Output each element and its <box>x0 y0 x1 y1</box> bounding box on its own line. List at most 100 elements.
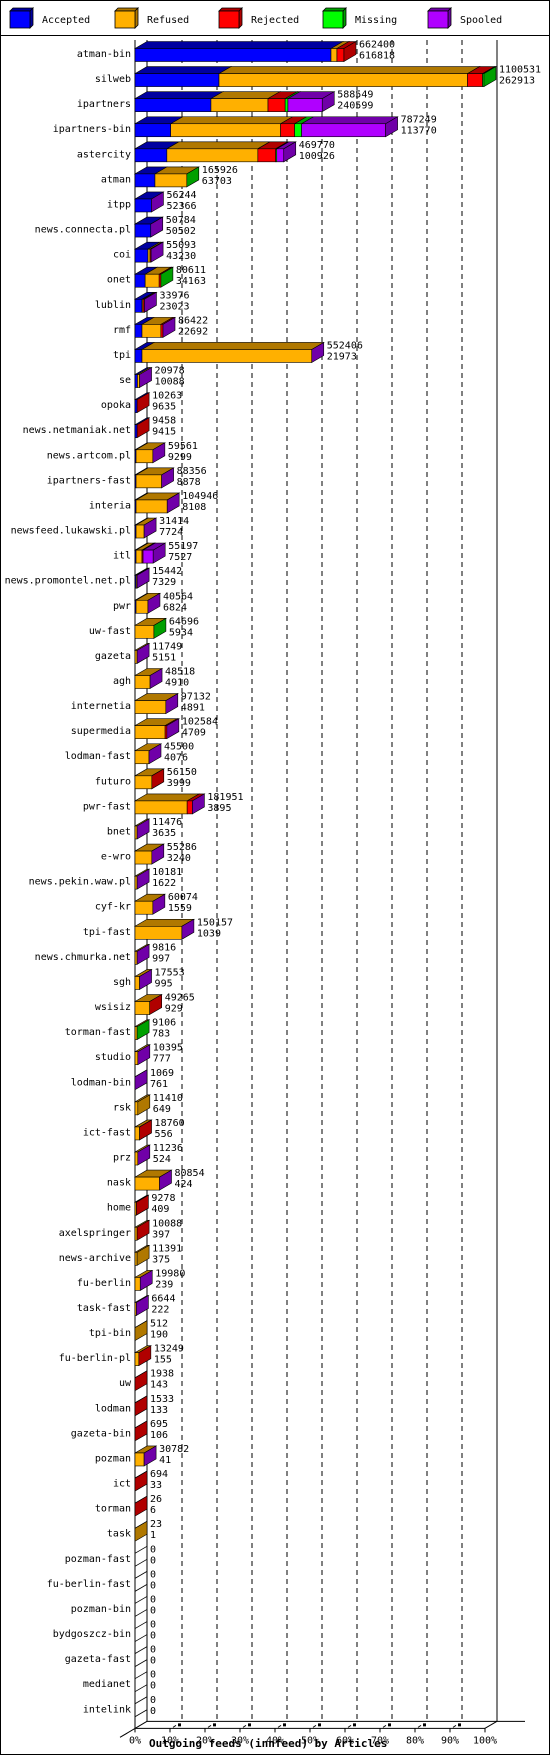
value-label-bottom: 375 <box>152 1254 170 1265</box>
bar-side-rejected <box>134 1370 148 1392</box>
x-tick-label: 90% <box>441 1735 459 1746</box>
bar-segment-accepted <box>134 98 212 112</box>
bar-segment-rejected <box>467 73 483 87</box>
bar-row-prz: prz 11236524 <box>113 1143 183 1166</box>
legend-swatch-spooled <box>427 10 449 29</box>
legend-swatch-top-rejected <box>218 7 243 12</box>
value-label-bottom: 0 <box>150 1681 156 1692</box>
x-tick-depth-mark <box>458 1723 461 1727</box>
bar-segment-refused <box>135 499 168 514</box>
bar-segment-refused <box>134 1026 138 1040</box>
value-label-top: 80854 <box>175 1168 205 1179</box>
value-label-top: 50784 <box>166 215 196 226</box>
value-label-top: 0 <box>150 1594 156 1605</box>
value-label-bottom: 6824 <box>163 602 187 613</box>
category-label: fu-berlin <box>77 1278 131 1289</box>
bar-row-news-promontel-net-pl: news.promontel.net.pl 154427329 <box>5 566 182 589</box>
category-label: ipartners-bin <box>53 124 131 135</box>
x-tick-depth <box>277 1724 282 1728</box>
bar-row-ipartners: ipartners 588549240599 <box>77 90 373 113</box>
bar-segment-accepted <box>134 223 152 238</box>
category-label: itpp <box>107 199 131 210</box>
value-label-top: 88356 <box>177 466 207 477</box>
bar-segment-refused <box>134 850 153 865</box>
category-label: cyf-kr <box>95 902 131 913</box>
value-label-bottom: 0 <box>150 1605 156 1616</box>
bar-row-fu-berlin: fu-berlin 19980239 <box>77 1268 185 1291</box>
bar-top-accepted <box>133 91 225 99</box>
category-label: home <box>107 1203 131 1214</box>
legend-swatch-accepted <box>9 10 31 29</box>
value-label-bottom: 4891 <box>181 703 205 714</box>
category-label: studio <box>95 1052 131 1063</box>
category-label: gazeta-fast <box>65 1654 131 1665</box>
bar-row-gazeta: gazeta 117495151 <box>95 641 182 664</box>
x-tick-depth <box>452 1724 457 1728</box>
x-tick-depth <box>312 1724 317 1728</box>
value-label-bottom: 52366 <box>166 201 196 212</box>
value-label-top: 45500 <box>164 742 194 753</box>
bar-row-se: se 2097810088 <box>119 366 185 389</box>
bar-row-fu-berlin-pl: fu-berlin-pl 13249155 <box>59 1344 184 1367</box>
value-label-top: 64696 <box>169 616 199 627</box>
bar-segment-refused <box>134 625 155 639</box>
category-label: ict-fast <box>83 1127 131 1138</box>
bar-row-ict: ict 69433 <box>113 1469 168 1492</box>
bar-segment-refused <box>134 775 153 790</box>
value-label-top: 55197 <box>168 541 198 552</box>
value-label-top: 104946 <box>182 491 218 502</box>
category-label: sgh <box>113 977 131 988</box>
bar-top-accepted <box>133 41 345 49</box>
value-label-top: 11236 <box>153 1143 183 1154</box>
bar-row-news-archive: news-archive 11391375 <box>59 1243 182 1266</box>
value-label-bottom: 6 <box>150 1505 156 1516</box>
bar-row-onet: onet 8061134163 <box>107 265 206 288</box>
category-label: uw-fast <box>89 626 131 637</box>
category-label: pwr-fast <box>83 801 131 812</box>
bar-row-futuro: futuro 561503999 <box>95 767 197 790</box>
bar-side-refused <box>134 1320 148 1342</box>
legend-swatch-side-accepted <box>29 7 34 29</box>
category-label: uw <box>119 1378 132 1389</box>
category-label: pozman <box>95 1453 131 1464</box>
value-label-bottom: 995 <box>155 978 173 989</box>
bar-segment-refused <box>135 599 149 614</box>
value-label-bottom: 8108 <box>182 502 206 513</box>
category-label: prz <box>113 1153 131 1164</box>
category-label: ict <box>113 1479 131 1490</box>
bar-segment-refused <box>141 324 162 338</box>
bar-segment-accepted <box>134 198 152 213</box>
x-tick-depth <box>417 1724 422 1728</box>
value-label-top: 17553 <box>155 967 185 978</box>
bar-segment-spooled <box>276 148 285 163</box>
legend: Accepted Refused Rejected Missing Spooled <box>9 7 502 29</box>
bar-segment-refused <box>218 73 468 87</box>
bar-segment-refused <box>210 98 269 112</box>
bar-segment-refused <box>134 1126 140 1141</box>
value-label-bottom: 929 <box>165 1004 183 1015</box>
value-label-top: 9816 <box>152 942 176 953</box>
value-label-bottom: 3999 <box>167 778 191 789</box>
category-label: lodman-bin <box>71 1077 131 1088</box>
x-tick-depth-mark <box>423 1723 426 1727</box>
value-label-top: 0 <box>150 1544 156 1555</box>
bar-segment-refused <box>144 273 160 288</box>
bar-segment-refused <box>134 700 167 714</box>
empty-bar-bottom <box>134 1709 148 1718</box>
category-label: news.connecta.pl <box>35 225 131 236</box>
bar-segment-refused <box>137 374 140 388</box>
bar-row-wsisiz: wsisiz 49265929 <box>95 993 195 1016</box>
bar-row-news-pekin-waw-pl: news.pekin.waw.pl 101811622 <box>29 867 182 890</box>
category-label: se <box>119 375 131 386</box>
value-label-bottom: 133 <box>150 1405 168 1416</box>
bar-top-refused <box>169 116 294 125</box>
bar-row-rmf: rmf 8642222692 <box>113 315 208 338</box>
bar-side-spooled <box>134 1069 148 1091</box>
category-label: gazeta-bin <box>71 1428 131 1439</box>
value-label-bottom: 424 <box>175 1179 193 1190</box>
value-label-top: 662400 <box>359 40 395 51</box>
value-label-bottom: 9415 <box>152 427 176 438</box>
bar-row-torman: torman 266 <box>95 1494 162 1517</box>
value-label-bottom: 3895 <box>207 803 231 814</box>
value-label-bottom: 10088 <box>155 377 185 388</box>
